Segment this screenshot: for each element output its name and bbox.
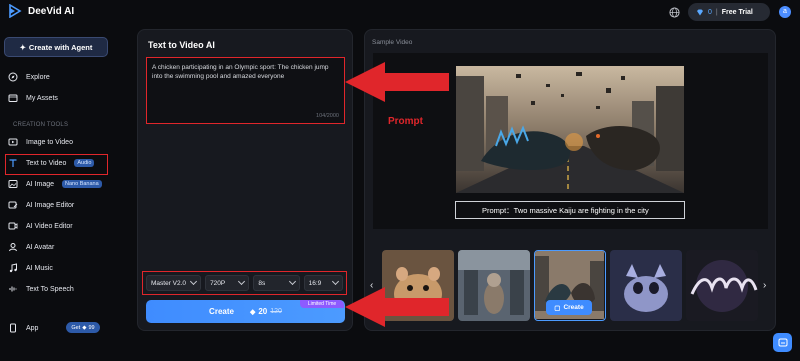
image-icon <box>8 180 18 188</box>
sidebar-item-image-to-video[interactable]: Image to Video <box>8 134 73 150</box>
thumbnail-subway-character[interactable] <box>458 250 530 321</box>
prompt-textarea[interactable]: A chicken participating in an Olympic sp… <box>146 57 345 124</box>
avatar-icon <box>9 243 17 252</box>
sidebar-item-label: Text To Speech <box>26 285 74 293</box>
music-icon <box>9 263 17 273</box>
limited-time-tag: Limited Time <box>300 300 344 308</box>
kaiju-scene-image <box>456 66 684 193</box>
cost-display: ◆ 20 120 <box>250 307 282 316</box>
create-agent-label: Create with Agent <box>28 42 93 52</box>
get-label: Get <box>71 324 81 331</box>
image-edit-icon <box>8 201 18 209</box>
sidebar-item-ai-image[interactable]: AI Image Nano Banana <box>8 176 102 192</box>
thumbnail-alien-cat[interactable] <box>610 250 682 321</box>
sample-prompt-caption: Prompt：Two massive Kaiju are fighting in… <box>455 201 685 219</box>
sample-video-label: Sample Video <box>372 39 413 46</box>
page-title: Text to Video AI <box>148 40 215 50</box>
user-avatar[interactable]: a <box>779 6 791 18</box>
sidebar-item-ai-music[interactable]: AI Music <box>8 260 53 276</box>
sidebar-item-label: AI Video Editor <box>26 222 73 230</box>
sidebar-item-label: AI Avatar <box>26 243 55 251</box>
sample-video-frame[interactable] <box>456 66 684 193</box>
cost-value: 20 <box>258 307 268 316</box>
diamond-icon: ◆ <box>249 308 256 316</box>
plus-sparkle-icon: ✦ <box>19 42 26 52</box>
app-logo[interactable]: DeeVid AI <box>8 4 74 18</box>
chat-support-button[interactable] <box>773 333 792 352</box>
sidebar-item-my-assets[interactable]: My Assets <box>8 90 58 106</box>
sidebar-item-label: My Assets <box>26 94 58 102</box>
diamond-icon: ◆ <box>82 324 87 331</box>
duration-value: 8s <box>258 279 266 287</box>
sidebar-item-explore[interactable]: Explore <box>8 69 50 85</box>
resolution-value: 720P <box>210 279 226 287</box>
app-label: App <box>26 324 39 332</box>
thumbs-next-arrow[interactable]: › <box>763 280 766 291</box>
aspect-ratio-select[interactable]: 16:9 <box>303 275 343 291</box>
sidebar-item-label: Image to Video <box>26 138 73 146</box>
image-video-icon <box>8 138 18 146</box>
sidebar: ✦ Create with Agent Explore My Assets CR… <box>0 26 120 361</box>
chevron-down-icon <box>288 277 296 286</box>
deevid-logo-icon <box>9 4 22 18</box>
create-square-icon: ▢ <box>554 304 561 312</box>
credits-count: 0 <box>708 8 712 16</box>
generation-options-row: Master V2.0 720P 8s 16:9 <box>142 271 347 295</box>
free-trial-label: Free Trial <box>721 8 753 16</box>
get-value: 99 <box>88 324 95 331</box>
app-name: DeeVid AI <box>28 5 75 17</box>
get-app-pill[interactable]: Get ◆ 99 <box>66 322 100 333</box>
sidebar-item-ai-image-editor[interactable]: AI Image Editor <box>8 197 74 213</box>
sidebar-item-label: Explore <box>26 73 50 81</box>
sidebar-item-label: AI Music <box>26 264 53 272</box>
creation-tools-heading: CREATION TOOLS <box>13 122 69 128</box>
duration-select[interactable]: 8s <box>253 275 300 291</box>
create-with-agent-button[interactable]: ✦ Create with Agent <box>4 37 108 57</box>
resolution-select[interactable]: 720P <box>205 275 250 291</box>
chevron-down-icon <box>190 277 198 286</box>
chat-icon <box>778 338 787 346</box>
prompt-text: A chicken participating in an Olympic sp… <box>152 64 329 80</box>
thumbnail-create-label: Create <box>563 304 584 311</box>
speech-icon <box>9 286 17 292</box>
model-value: Master V2.0 <box>151 279 187 287</box>
prompt-arrow-annotation <box>345 62 449 102</box>
phone-icon <box>10 323 16 333</box>
prompt-annotation-label: Prompt <box>388 116 423 127</box>
thumbnail-image <box>458 250 530 321</box>
sidebar-item-label: AI Image <box>26 180 55 188</box>
thumbnail-image <box>686 250 758 321</box>
pill-separator: | <box>715 8 718 16</box>
thumbnail-deevid-text[interactable] <box>686 250 758 321</box>
ratio-value: 16:9 <box>308 279 322 287</box>
sidebar-item-ai-video-editor[interactable]: AI Video Editor <box>8 218 73 234</box>
video-edit-icon <box>8 222 18 230</box>
model-select[interactable]: Master V2.0 <box>146 275 202 291</box>
chevron-down-icon <box>238 277 246 286</box>
sidebar-item-ai-avatar[interactable]: AI Avatar <box>8 239 54 255</box>
sidebar-item-text-to-speech[interactable]: Text To Speech <box>8 281 74 297</box>
folder-icon <box>8 94 18 102</box>
text-to-video-highlight-box <box>5 154 108 175</box>
chevron-down-icon <box>331 277 340 286</box>
diamond-icon <box>697 9 703 15</box>
nano-banana-badge: Nano Banana <box>62 180 102 188</box>
create-label: Create <box>209 307 234 316</box>
create-arrow-annotation <box>345 287 449 327</box>
compass-icon <box>8 72 18 82</box>
top-bar: DeeVid AI 0 | Free Trial a <box>0 0 800 26</box>
language-globe-icon[interactable] <box>667 5 681 19</box>
credits-trial-pill[interactable]: 0 | Free Trial <box>688 3 770 21</box>
sidebar-item-label: AI Image Editor <box>26 201 75 209</box>
thumbnail-create-button[interactable]: ▢ Create <box>546 300 592 315</box>
cost-old-value: 120 <box>270 308 282 315</box>
character-count: 104/2000 <box>316 113 339 119</box>
thumbnail-image <box>610 250 682 321</box>
